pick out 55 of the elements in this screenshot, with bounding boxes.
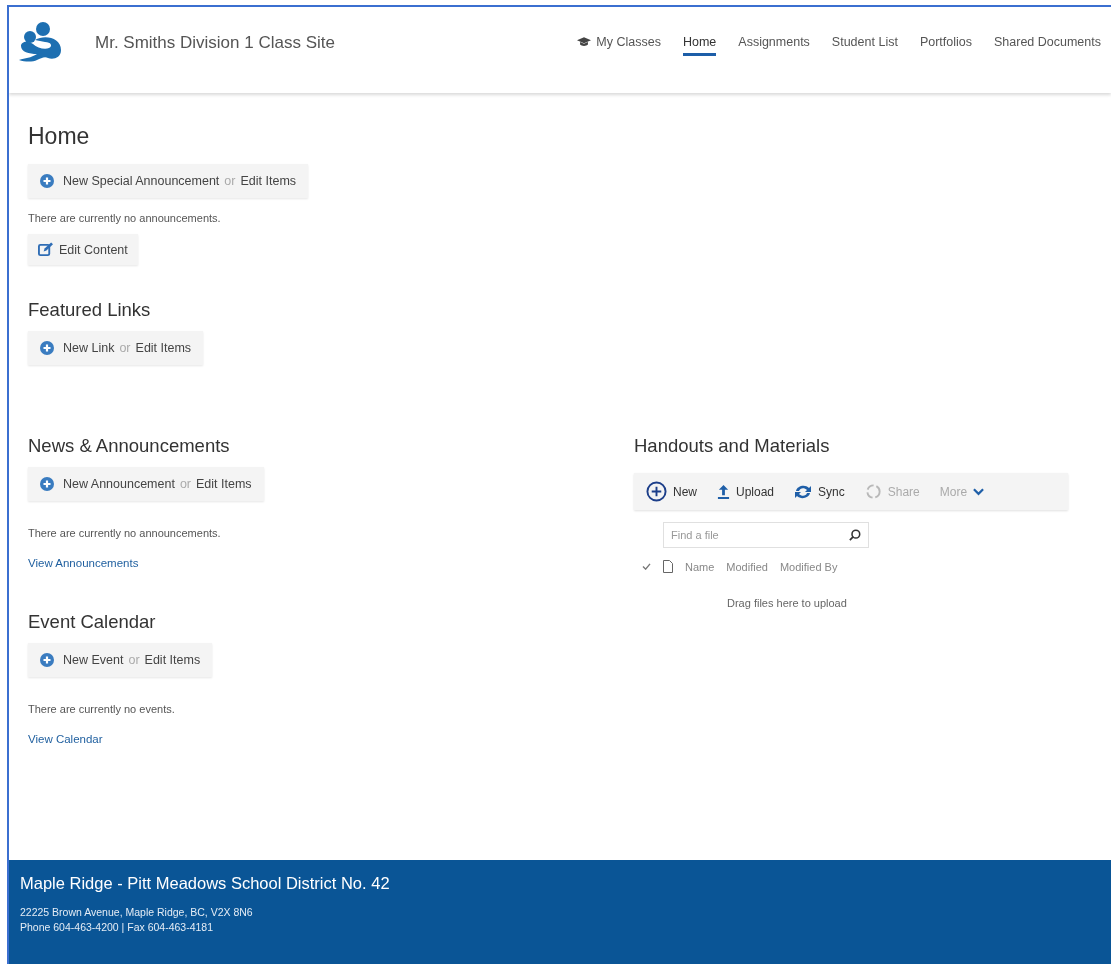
footer-title: Maple Ridge - Pitt Meadows School District No. 42 <box>20 874 391 893</box>
empty-message: There are currently no events. <box>28 703 176 715</box>
toolbar-button[interactable]: Sync <box>790 481 849 502</box>
or-text: or <box>179 477 191 491</box>
edit-items-link[interactable]: Edit Items <box>196 477 252 491</box>
nav-link[interactable]: Portfolios <box>919 30 972 56</box>
view-link[interactable]: View Announcements <box>28 557 139 569</box>
search-field[interactable]: Find a file <box>663 522 869 548</box>
chevron-down-icon <box>973 487 985 496</box>
nav-link[interactable]: Home <box>682 30 717 56</box>
new-link[interactable]: New Link <box>63 341 115 355</box>
section-heading: Event Calendar <box>28 611 157 633</box>
new-link[interactable]: New Event <box>63 653 124 667</box>
edit-items-link[interactable]: Edit Items <box>144 653 201 667</box>
or-text: or <box>224 174 236 188</box>
new-link[interactable]: New Special Announcement <box>63 174 220 188</box>
empty-message: There are currently no announcements. <box>28 527 222 539</box>
add-icon <box>40 477 54 491</box>
nav-link[interactable]: Shared Documents <box>994 30 1101 56</box>
document-icon <box>663 560 673 573</box>
edit-items-link[interactable]: Edit Items <box>135 341 192 355</box>
section-heading: News & Announcements <box>28 435 231 457</box>
new-link[interactable]: New Announcement <box>63 477 175 491</box>
sync-icon <box>794 483 813 500</box>
search-icon <box>849 529 861 541</box>
column-header[interactable]: Modified <box>726 560 768 573</box>
edit-content-button[interactable]: Edit Content <box>28 234 138 265</box>
or-text: or <box>119 341 131 355</box>
checkmark-icon <box>642 563 651 570</box>
page-title: Home <box>28 123 91 150</box>
view-link[interactable]: View Calendar <box>28 733 103 745</box>
empty-message: There are currently no announcements. <box>28 212 222 224</box>
site-title[interactable]: Mr. Smiths Division 1 Class Site <box>95 33 335 53</box>
footer-address: 22225 Brown Avenue, Maple Ridge, BC, V2X 8N6 <box>20 905 254 920</box>
nav-link[interactable]: Assignments <box>738 30 810 56</box>
footer-contact: Phone 604-463-4200 | Fax 604-463-4181 <box>20 920 215 936</box>
add-icon <box>40 174 54 188</box>
column-header[interactable]: Name <box>685 560 715 573</box>
nav-link[interactable]: My Classes <box>577 30 661 56</box>
upload-icon <box>717 484 730 499</box>
edit-items-link[interactable]: Edit Items <box>240 174 297 188</box>
edit-icon <box>38 242 53 257</box>
nav-link[interactable]: Student List <box>831 30 898 56</box>
drop-hint: Drag files here to upload <box>727 597 848 609</box>
section-heading: Handouts and Materials <box>634 435 831 457</box>
graduation-cap-icon <box>577 36 592 47</box>
add-icon <box>646 481 667 502</box>
add-icon <box>40 653 54 667</box>
or-text: or <box>128 653 140 667</box>
section-heading: Featured Links <box>28 299 152 321</box>
toolbar-button[interactable]: Upload <box>713 482 779 501</box>
share-icon <box>864 483 882 500</box>
toolbar-button[interactable]: New <box>642 479 701 504</box>
add-icon <box>40 341 54 355</box>
column-header[interactable]: Modified By <box>779 560 838 573</box>
